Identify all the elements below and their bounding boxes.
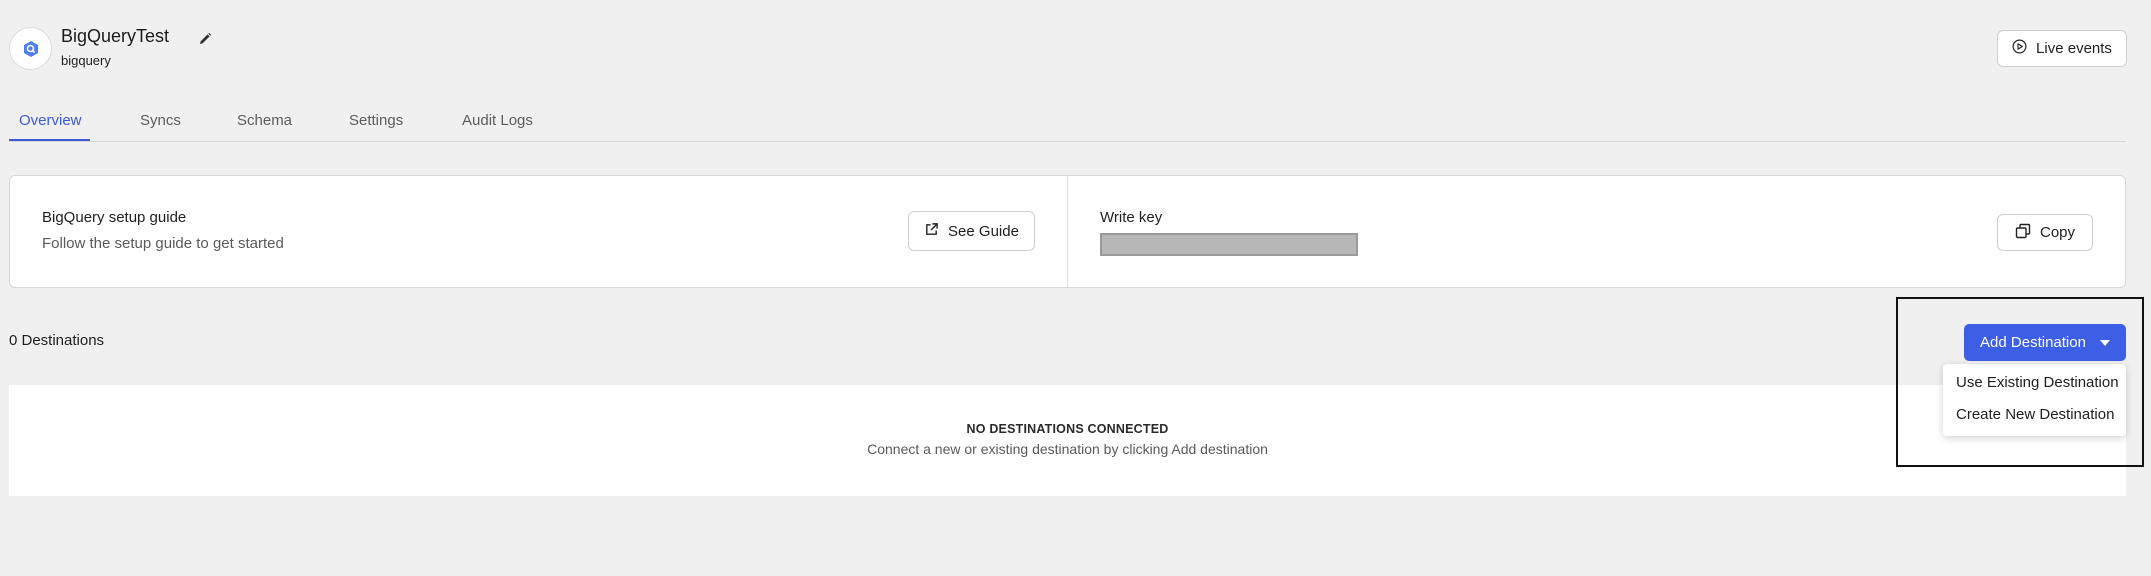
see-guide-label: See Guide <box>948 222 1019 240</box>
menu-item-use-existing-destination[interactable]: Use Existing Destination <box>1956 374 2119 391</box>
tab-audit-logs[interactable]: Audit Logs <box>462 112 533 129</box>
see-guide-button[interactable]: See Guide <box>908 211 1035 251</box>
page-header: BigQueryTest bigquery <box>9 26 2129 71</box>
live-events-button[interactable]: Live events <box>1997 30 2127 67</box>
card-divider <box>1067 176 1068 287</box>
source-title: BigQueryTest <box>61 26 170 46</box>
source-type: bigquery <box>61 53 111 68</box>
setup-guide-title: BigQuery setup guide <box>42 209 187 226</box>
tab-settings[interactable]: Settings <box>349 112 403 129</box>
add-destination-button[interactable]: Add Destination <box>1964 324 2126 361</box>
play-circle-icon <box>2012 39 2027 58</box>
tab-syncs[interactable]: Syncs <box>140 112 181 129</box>
empty-state-title: NO DESTINATIONS CONNECTED <box>966 422 1169 436</box>
caret-down-icon <box>2099 339 2110 346</box>
external-link-icon <box>924 222 939 241</box>
active-tab-indicator <box>9 139 90 141</box>
add-destination-label: Add Destination <box>1980 334 2086 351</box>
destinations-empty-state: NO DESTINATIONS CONNECTED Connect a new … <box>9 385 2126 496</box>
copy-write-key-button[interactable]: Copy <box>1997 214 2093 251</box>
tab-schema[interactable]: Schema <box>237 112 292 129</box>
setup-guide-description: Follow the setup guide to get started <box>42 235 284 252</box>
live-events-label: Live events <box>2036 40 2112 57</box>
copy-icon <box>2015 223 2031 243</box>
menu-item-create-new-destination[interactable]: Create New Destination <box>1956 406 2114 423</box>
add-destination-menu: Use Existing Destination Create New Dest… <box>1943 364 2126 436</box>
destinations-count: 0 Destinations <box>9 332 105 349</box>
tab-bar: Overview Syncs Schema Settings Audit Log… <box>9 100 2126 142</box>
empty-state-description: Connect a new or existing destination by… <box>867 441 1268 457</box>
write-key-value-masked <box>1100 233 1358 256</box>
write-key-label: Write key <box>1100 209 1163 226</box>
tab-overview[interactable]: Overview <box>19 112 82 129</box>
bigquery-logo-icon <box>9 27 52 70</box>
pencil-icon[interactable] <box>198 32 212 46</box>
copy-label: Copy <box>2039 224 2076 241</box>
source-info-card: BigQuery setup guide Follow the setup gu… <box>9 175 2126 288</box>
